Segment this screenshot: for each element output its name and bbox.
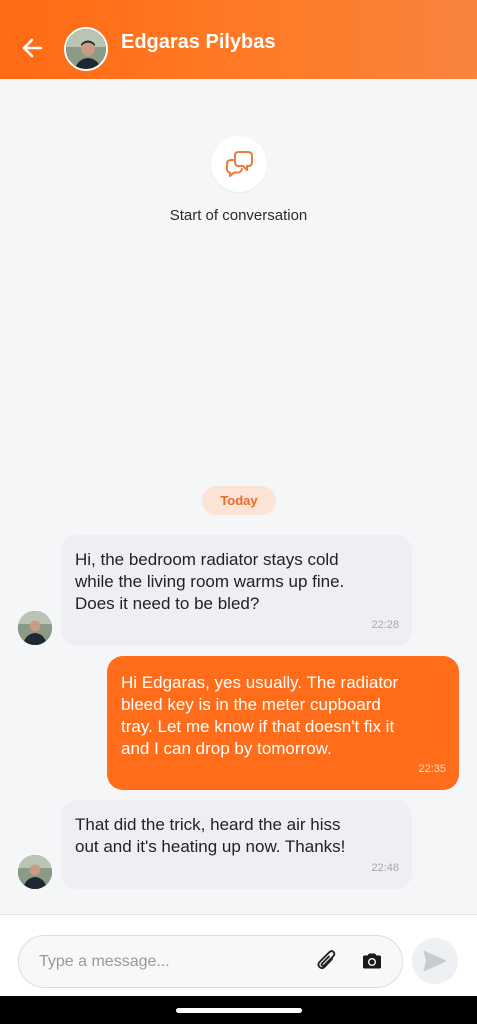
message-bubble-outgoing[interactable]: Hi Edgaras, yes usually. The radiator bl… [107,656,459,790]
sender-avatar [18,611,52,645]
home-indicator[interactable] [176,1008,302,1013]
message-input-box[interactable] [18,935,403,988]
paperclip-icon [317,950,336,970]
system-nav-bar [0,996,477,1024]
arrow-left-icon [22,38,43,58]
date-divider: Today [202,486,276,515]
message-composer [0,914,477,996]
camera-icon [363,953,381,969]
message-time: 22:48 [371,862,399,874]
camera-button[interactable] [359,948,385,974]
contact-name[interactable]: Edgaras Pilybas [121,31,276,54]
message-input[interactable] [39,950,309,974]
chat-bubbles-icon [210,136,267,192]
sender-avatar [18,855,52,889]
send-button[interactable] [412,938,458,984]
back-button[interactable] [18,36,46,60]
message-time: 22:35 [418,763,446,775]
message-bubble-incoming[interactable]: That did the trick, heard the air hiss o… [61,800,412,889]
chat-header: Edgaras Pilybas [0,0,477,79]
conversation-start: Start of conversation [0,136,477,224]
message-text: That did the trick, heard the air hiss o… [75,815,346,856]
message-text: Hi Edgaras, yes usually. The radiator bl… [121,673,399,758]
message-time: 22:28 [371,619,399,631]
message-text: Hi, the bedroom radiator stays cold whil… [75,550,345,613]
contact-avatar[interactable] [64,27,108,71]
message-bubble-incoming[interactable]: Hi, the bedroom radiator stays cold whil… [61,535,412,646]
attach-button[interactable] [314,948,340,974]
send-icon [423,950,447,972]
start-label: Start of conversation [169,207,308,224]
